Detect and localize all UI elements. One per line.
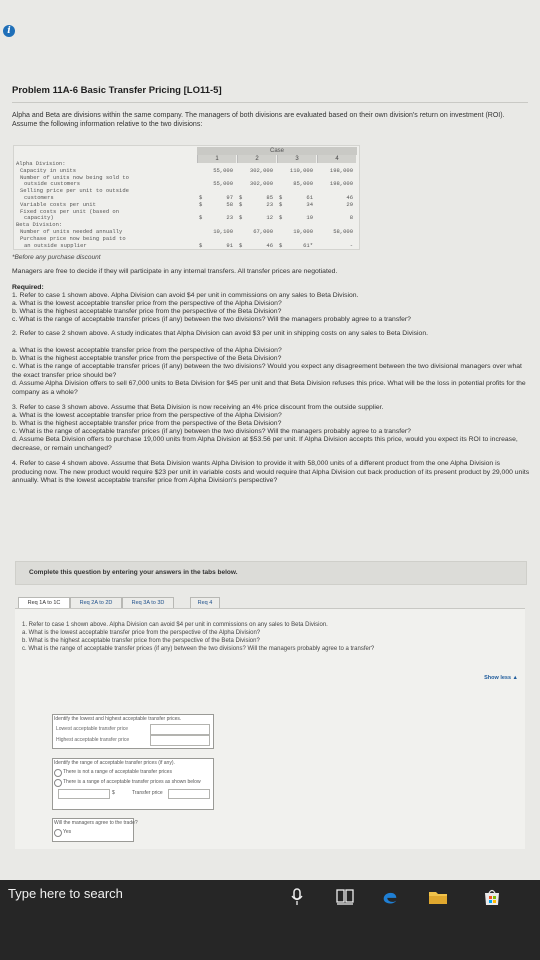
table-cell: 85,000 xyxy=(293,180,313,188)
taskbar-search[interactable]: Type here to search xyxy=(8,886,123,901)
table-cell: - xyxy=(349,241,353,249)
table-cell: 91 xyxy=(226,241,233,249)
table-cell: 110,000 xyxy=(289,166,313,174)
table-cell: 8 xyxy=(349,214,353,222)
store-icon[interactable] xyxy=(482,888,502,906)
panel-question: 1. Refer to case 1 shown above. Alpha Di… xyxy=(22,621,522,653)
table-cell: 302,000 xyxy=(249,180,273,188)
file-explorer-icon[interactable] xyxy=(428,888,448,906)
table-cell: 302,000 xyxy=(249,166,273,174)
yes-label: Yes xyxy=(63,829,72,835)
edge-browser-icon[interactable] xyxy=(380,888,400,906)
table-cell: 198,000 xyxy=(329,180,353,188)
table-cell: 55,000 xyxy=(213,180,233,188)
browser-content: i Problem 11A-6 Basic Transfer Pricing [… xyxy=(0,0,540,880)
req-1c: c. What is the range of acceptable trans… xyxy=(12,316,411,323)
case-col-2: 2 xyxy=(237,155,276,163)
case-col-1: 1 xyxy=(197,155,236,163)
problem-intro: Alpha and Beta are divisions within the … xyxy=(12,112,505,128)
highest-price-input[interactable] xyxy=(150,735,210,746)
table-cell: 61* xyxy=(303,241,313,249)
box3-title: Will the managers agree to the trade? xyxy=(54,820,138,826)
lowest-price-label: Lowest acceptable transfer price xyxy=(56,726,128,732)
panel-line-3: b. What is the highest acceptable transf… xyxy=(22,638,260,644)
table-cell: 58,000 xyxy=(333,228,353,235)
req-3d: d. Assume Beta Division offers to purcha… xyxy=(12,436,518,452)
microphone-icon[interactable] xyxy=(290,888,304,906)
case-header: Case xyxy=(197,147,357,155)
table-cell: 19,000 xyxy=(293,228,313,235)
req-2: 2. Refer to case 2 shown above. A study … xyxy=(12,330,428,337)
table-cell: 19 xyxy=(306,214,313,222)
highest-price-label: Highest acceptable transfer price xyxy=(56,737,130,743)
panel-line-2: a. What is the lowest acceptable transfe… xyxy=(22,630,261,636)
table-cell: 23 xyxy=(266,200,273,208)
table-cell: 58 xyxy=(226,200,233,208)
info-icon[interactable]: i xyxy=(3,25,15,37)
table-row-label: an outside supplier xyxy=(24,241,87,249)
case-col-3: 3 xyxy=(277,155,316,163)
panel-line-4: c. What is the range of acceptable trans… xyxy=(22,646,375,652)
radio-range[interactable] xyxy=(54,779,62,787)
show-less-link[interactable]: Show less ▲ xyxy=(484,675,518,681)
task-view-icon[interactable] xyxy=(336,888,354,906)
table-cell: 55,000 xyxy=(213,166,233,174)
req-2c: c. What is the range of acceptable trans… xyxy=(12,363,522,379)
footnote: *Before any purchase discount xyxy=(12,254,101,261)
complete-instructions: Complete this question by entering your … xyxy=(15,561,527,585)
case-col-4: 4 xyxy=(317,155,356,163)
table-cell: 198,000 xyxy=(329,166,353,174)
table-cell: 67,000 xyxy=(253,228,273,235)
no-range-label: There is not a range of acceptable trans… xyxy=(63,769,172,775)
managers-note: Managers are free to decide if they will… xyxy=(12,268,338,275)
table-cell: 46 xyxy=(266,241,273,249)
range-high-input[interactable] xyxy=(168,789,210,799)
range-dollar: $ xyxy=(112,790,115,796)
problem-title: Problem 11A-6 Basic Transfer Pricing [LO… xyxy=(12,85,222,96)
box2-title: Identify the range of acceptable transfe… xyxy=(54,760,175,766)
table-cell: 10,100 xyxy=(213,228,233,235)
req-2d: d. Assume Alpha Division offers to sell … xyxy=(12,380,526,396)
table-cell: 12 xyxy=(266,214,273,222)
table-cell: 29 xyxy=(346,200,353,208)
table-cell: 34 xyxy=(306,200,313,208)
panel-line-1: 1. Refer to case 1 shown above. Alpha Di… xyxy=(22,622,328,628)
range-label: There is a range of acceptable transfer … xyxy=(63,779,201,785)
table-cell: 23 xyxy=(226,214,233,222)
transfer-price-label: Transfer price xyxy=(132,790,163,796)
radio-no-range[interactable] xyxy=(54,769,62,777)
range-low-input[interactable] xyxy=(58,789,110,799)
req-4: 4. Refer to case 4 shown above. Assume t… xyxy=(12,460,530,484)
divider xyxy=(12,102,528,103)
complete-text: Complete this question by entering your … xyxy=(29,569,238,576)
box1-title: Identify the lowest and highest acceptab… xyxy=(54,716,182,722)
lowest-price-input[interactable] xyxy=(150,724,210,735)
radio-yes[interactable] xyxy=(54,829,62,837)
